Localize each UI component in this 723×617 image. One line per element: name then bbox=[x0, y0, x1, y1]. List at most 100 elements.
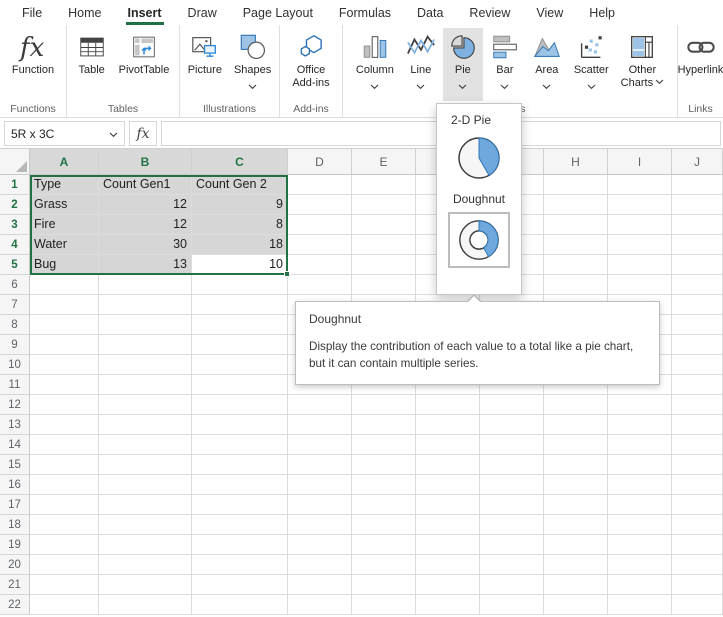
cell-J14[interactable] bbox=[672, 435, 723, 455]
cell-J17[interactable] bbox=[672, 495, 723, 515]
cell-A15[interactable] bbox=[30, 455, 99, 475]
cell-I16[interactable] bbox=[608, 475, 672, 495]
cell-I4[interactable] bbox=[608, 235, 672, 255]
cell-G13[interactable] bbox=[480, 415, 544, 435]
row-header-15[interactable]: 15 bbox=[0, 455, 30, 475]
cell-H20[interactable] bbox=[544, 555, 608, 575]
pivottable-button[interactable]: PivotTable bbox=[114, 28, 175, 101]
cell-D22[interactable] bbox=[288, 595, 352, 615]
cell-D5[interactable] bbox=[288, 255, 352, 275]
cell-B21[interactable] bbox=[99, 575, 192, 595]
column-header-e[interactable]: E bbox=[352, 149, 416, 175]
cell-B9[interactable] bbox=[99, 335, 192, 355]
cell-A13[interactable] bbox=[30, 415, 99, 435]
cell-E6[interactable] bbox=[352, 275, 416, 295]
cell-J7[interactable] bbox=[672, 295, 723, 315]
cell-J19[interactable] bbox=[672, 535, 723, 555]
name-box[interactable]: 5R x 3C bbox=[4, 121, 125, 146]
row-header-12[interactable]: 12 bbox=[0, 395, 30, 415]
cell-I22[interactable] bbox=[608, 595, 672, 615]
cell-A6[interactable] bbox=[30, 275, 99, 295]
cell-D4[interactable] bbox=[288, 235, 352, 255]
cell-E14[interactable] bbox=[352, 435, 416, 455]
cell-I19[interactable] bbox=[608, 535, 672, 555]
cell-D16[interactable] bbox=[288, 475, 352, 495]
cell-H5[interactable] bbox=[544, 255, 608, 275]
bar-button[interactable]: Bar bbox=[485, 28, 525, 101]
cell-J20[interactable] bbox=[672, 555, 723, 575]
cell-C10[interactable] bbox=[192, 355, 288, 375]
cell-E1[interactable] bbox=[352, 175, 416, 195]
cell-H22[interactable] bbox=[544, 595, 608, 615]
menu-help[interactable]: Help bbox=[576, 0, 628, 25]
cell-G21[interactable] bbox=[480, 575, 544, 595]
cell-I17[interactable] bbox=[608, 495, 672, 515]
cell-I3[interactable] bbox=[608, 215, 672, 235]
cell-H13[interactable] bbox=[544, 415, 608, 435]
cell-J16[interactable] bbox=[672, 475, 723, 495]
cell-H17[interactable] bbox=[544, 495, 608, 515]
cell-J6[interactable] bbox=[672, 275, 723, 295]
cell-I15[interactable] bbox=[608, 455, 672, 475]
select-all-corner[interactable] bbox=[0, 149, 30, 175]
pie-button[interactable]: Pie bbox=[443, 28, 483, 101]
cell-I5[interactable] bbox=[608, 255, 672, 275]
menu-draw[interactable]: Draw bbox=[175, 0, 230, 25]
cell-E19[interactable] bbox=[352, 535, 416, 555]
cell-D20[interactable] bbox=[288, 555, 352, 575]
cell-A5[interactable]: Bug bbox=[30, 255, 99, 275]
row-header-18[interactable]: 18 bbox=[0, 515, 30, 535]
cell-F14[interactable] bbox=[416, 435, 480, 455]
cell-J10[interactable] bbox=[672, 355, 723, 375]
row-header-10[interactable]: 10 bbox=[0, 355, 30, 375]
cell-C19[interactable] bbox=[192, 535, 288, 555]
cell-F16[interactable] bbox=[416, 475, 480, 495]
cell-H18[interactable] bbox=[544, 515, 608, 535]
cell-H12[interactable] bbox=[544, 395, 608, 415]
cell-C21[interactable] bbox=[192, 575, 288, 595]
cell-A16[interactable] bbox=[30, 475, 99, 495]
cell-B20[interactable] bbox=[99, 555, 192, 575]
cell-B1[interactable]: Count Gen1 bbox=[99, 175, 192, 195]
cell-B18[interactable] bbox=[99, 515, 192, 535]
menu-file[interactable]: File bbox=[9, 0, 55, 25]
cell-I1[interactable] bbox=[608, 175, 672, 195]
row-header-14[interactable]: 14 bbox=[0, 435, 30, 455]
cell-C15[interactable] bbox=[192, 455, 288, 475]
menu-home[interactable]: Home bbox=[55, 0, 114, 25]
function-button[interactable]: fxFunction bbox=[7, 28, 59, 101]
column-header-b[interactable]: B bbox=[99, 149, 192, 175]
cell-H19[interactable] bbox=[544, 535, 608, 555]
insert-function-button[interactable]: fx bbox=[129, 121, 157, 146]
cell-E18[interactable] bbox=[352, 515, 416, 535]
cell-B2[interactable]: 12 bbox=[99, 195, 192, 215]
scatter-button[interactable]: Scatter bbox=[569, 28, 614, 101]
hyperlink-button[interactable]: Hyperlink bbox=[673, 28, 723, 101]
cell-J15[interactable] bbox=[672, 455, 723, 475]
cell-D6[interactable] bbox=[288, 275, 352, 295]
cell-G12[interactable] bbox=[480, 395, 544, 415]
cell-E15[interactable] bbox=[352, 455, 416, 475]
cell-A1[interactable]: Type bbox=[30, 175, 99, 195]
menu-page-layout[interactable]: Page Layout bbox=[230, 0, 326, 25]
cell-B14[interactable] bbox=[99, 435, 192, 455]
cell-I6[interactable] bbox=[608, 275, 672, 295]
cell-J8[interactable] bbox=[672, 315, 723, 335]
row-header-13[interactable]: 13 bbox=[0, 415, 30, 435]
cell-B6[interactable] bbox=[99, 275, 192, 295]
cell-H1[interactable] bbox=[544, 175, 608, 195]
cell-E20[interactable] bbox=[352, 555, 416, 575]
cell-C17[interactable] bbox=[192, 495, 288, 515]
cell-C5[interactable]: 10 bbox=[192, 255, 288, 275]
cell-D3[interactable] bbox=[288, 215, 352, 235]
cell-I21[interactable] bbox=[608, 575, 672, 595]
table-button[interactable]: Table bbox=[72, 28, 112, 101]
cell-D19[interactable] bbox=[288, 535, 352, 555]
cell-C3[interactable]: 8 bbox=[192, 215, 288, 235]
cell-J9[interactable] bbox=[672, 335, 723, 355]
cell-A17[interactable] bbox=[30, 495, 99, 515]
line-button[interactable]: Line bbox=[401, 28, 441, 101]
cell-D21[interactable] bbox=[288, 575, 352, 595]
cell-A10[interactable] bbox=[30, 355, 99, 375]
menu-formulas[interactable]: Formulas bbox=[326, 0, 404, 25]
